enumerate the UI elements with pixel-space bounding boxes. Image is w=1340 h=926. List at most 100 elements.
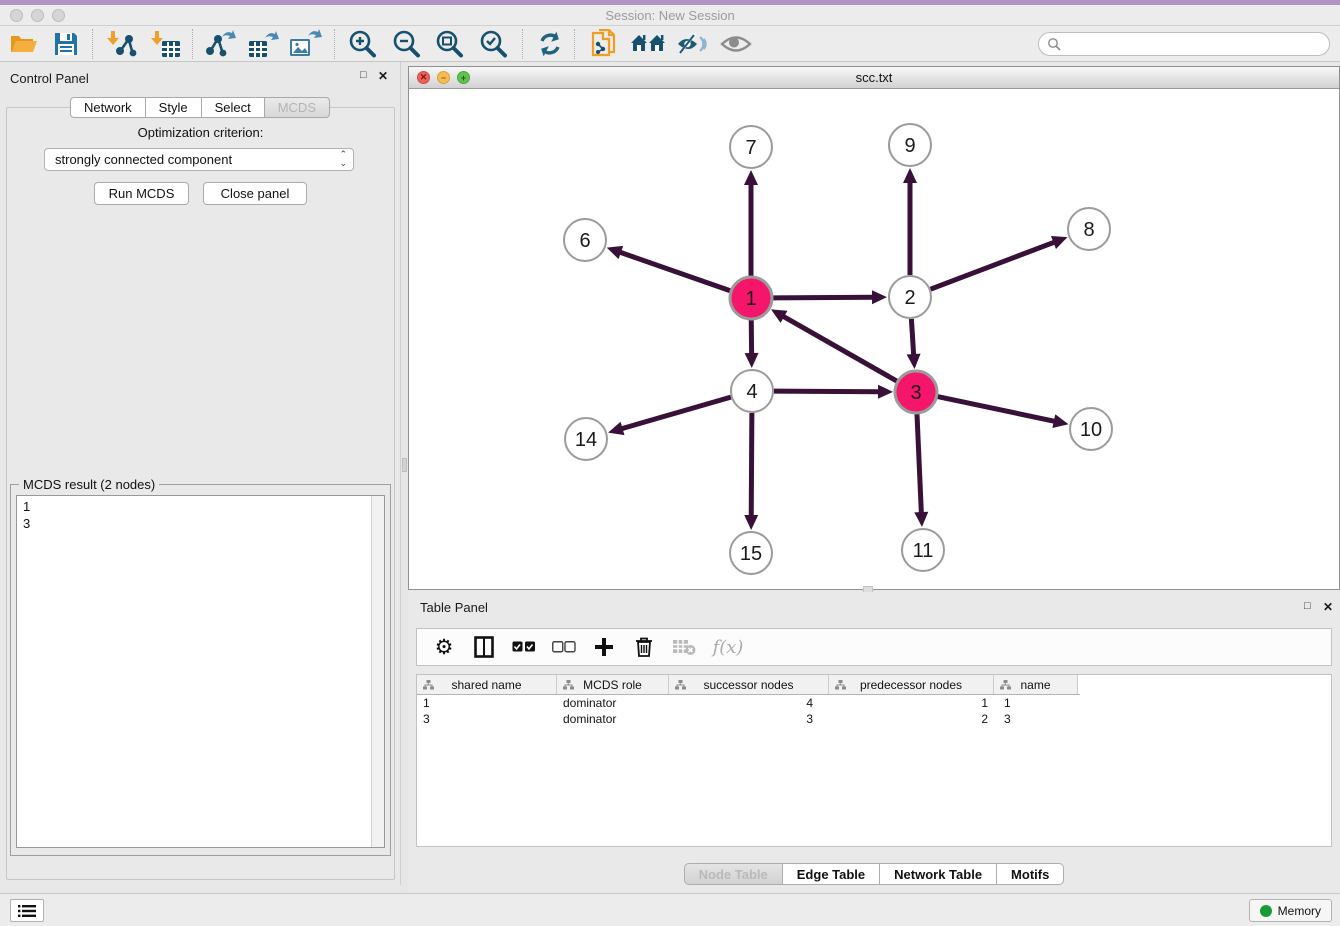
search-icon	[1047, 37, 1061, 51]
edge-1-2[interactable]	[773, 297, 874, 298]
network-canvas[interactable]: 1234678910111415	[409, 89, 1339, 589]
cell-0-1[interactable]: dominator	[557, 695, 669, 711]
hide-selected-button[interactable]	[672, 27, 712, 61]
table-panel-float-icon[interactable]: □	[1304, 600, 1311, 612]
cell-1-3[interactable]: 2	[829, 711, 994, 727]
tab-network-table[interactable]: Network Table	[880, 863, 997, 885]
tab-motifs[interactable]: Motifs	[997, 863, 1064, 885]
window-titlebar: Session: New Session	[0, 5, 1340, 26]
node-label-8: 8	[1083, 219, 1094, 241]
table-row-0[interactable]: 1dominator411	[417, 695, 1331, 711]
result-scrollbar[interactable]	[371, 496, 384, 847]
shared-column-icon	[563, 680, 574, 690]
tab-network[interactable]: Network	[70, 97, 146, 118]
control-panel-close-icon[interactable]: ✕	[378, 69, 388, 83]
vertical-splitter-handle[interactable]	[402, 458, 407, 472]
save-floppy-icon	[53, 31, 79, 57]
table-toolbar: ⚙	[416, 628, 1332, 666]
select-all-columns-button[interactable]	[511, 633, 537, 661]
cell-0-4[interactable]: 1	[994, 695, 1078, 711]
edge-4-15[interactable]	[751, 413, 752, 517]
edge-3-1[interactable]	[782, 316, 897, 381]
export-network-icon	[204, 29, 236, 59]
edge-1-6[interactable]	[619, 252, 730, 291]
create-column-button[interactable]	[591, 633, 617, 661]
cell-1-4[interactable]: 3	[994, 711, 1078, 727]
fit-content-button[interactable]	[429, 27, 469, 61]
cell-1-0[interactable]: 3	[417, 711, 557, 727]
column-header-shared-name[interactable]: shared name	[417, 675, 557, 694]
tab-node-table[interactable]: Node Table	[684, 863, 783, 885]
gear-icon: ⚙	[435, 637, 454, 658]
optimization-criterion-select[interactable]: strongly connected component ⌃⌄	[44, 148, 354, 171]
import-network-button[interactable]	[102, 27, 142, 61]
column-header-successor-nodes[interactable]: successor nodes	[669, 675, 829, 694]
zoom-selected-icon	[478, 29, 508, 59]
cell-1-1[interactable]: dominator	[557, 711, 669, 727]
memory-button[interactable]: Memory	[1249, 899, 1332, 922]
import-network-icon	[107, 29, 137, 59]
toolbar-separator	[574, 29, 575, 59]
import-table-button[interactable]	[146, 27, 186, 61]
column-header-MCDS-role[interactable]: MCDS role	[557, 675, 669, 694]
zoom-out-button[interactable]	[386, 27, 426, 61]
show-columns-button[interactable]	[471, 633, 497, 661]
first-neighbors-button[interactable]	[628, 27, 668, 61]
task-history-button[interactable]	[10, 899, 44, 922]
search-field-container	[1038, 32, 1330, 56]
zoom-out-icon	[391, 29, 421, 59]
control-panel-title: Control Panel	[10, 71, 89, 86]
edge-2-3[interactable]	[911, 319, 913, 356]
tab-edge-table[interactable]: Edge Table	[783, 863, 880, 885]
cell-0-2[interactable]: 4	[669, 695, 829, 711]
tab-mcds[interactable]: MCDS	[265, 97, 330, 118]
column-header-predecessor-nodes[interactable]: predecessor nodes	[829, 675, 994, 694]
node-label-9: 9	[904, 135, 915, 157]
network-window-titlebar[interactable]: ✕ − + scc.txt	[409, 67, 1339, 89]
show-all-button[interactable]	[716, 27, 756, 61]
duplicate-network-icon	[590, 29, 618, 59]
arrowhead-3-10	[1052, 414, 1068, 428]
delete-column-button[interactable]	[631, 633, 657, 661]
tab-select[interactable]: Select	[202, 97, 265, 118]
arrowhead-4-15	[744, 515, 758, 530]
function-builder-button[interactable]: f(x)	[711, 633, 745, 661]
zoom-in-button[interactable]	[342, 27, 382, 61]
table-settings-button[interactable]: ⚙	[431, 633, 457, 661]
control-panel-float-icon[interactable]: □	[360, 69, 367, 81]
edge-3-10[interactable]	[938, 397, 1056, 422]
delete-table-button[interactable]	[671, 633, 697, 661]
table-panel-tabs: Node TableEdge TableNetwork TableMotifs	[408, 863, 1340, 885]
column-header-name[interactable]: name	[994, 675, 1078, 694]
node-label-6: 6	[579, 230, 590, 252]
zoom-fit-icon	[434, 29, 464, 59]
table-panel: Table Panel □ ✕ ⚙	[408, 592, 1340, 893]
vertical-splitter[interactable]	[401, 62, 408, 893]
tab-style[interactable]: Style	[146, 97, 202, 118]
edge-3-11[interactable]	[917, 414, 921, 514]
toolbar-separator	[92, 29, 93, 59]
edge-4-14[interactable]	[621, 397, 731, 429]
save-session-button[interactable]	[46, 27, 86, 61]
cell-0-3[interactable]: 1	[829, 695, 994, 711]
cell-0-0[interactable]: 1	[417, 695, 557, 711]
new-network-from-selection-button[interactable]	[584, 27, 624, 61]
export-image-button[interactable]	[285, 27, 325, 61]
export-network-button[interactable]	[200, 27, 240, 61]
open-session-button[interactable]	[4, 27, 44, 61]
shared-column-icon	[675, 680, 686, 690]
edge-2-8[interactable]	[931, 242, 1056, 289]
table-panel-close-icon[interactable]: ✕	[1323, 600, 1333, 614]
close-panel-button[interactable]: Close panel	[203, 182, 307, 205]
search-input[interactable]	[1061, 34, 1329, 54]
run-mcds-button[interactable]: Run MCDS	[94, 182, 189, 205]
optimization-criterion-label: Optimization criterion:	[7, 125, 394, 140]
table-row-1[interactable]: 3dominator323	[417, 711, 1331, 727]
export-table-button[interactable]	[243, 27, 283, 61]
edge-4-3[interactable]	[774, 391, 880, 392]
apply-layout-button[interactable]	[530, 27, 570, 61]
toolbar-separator	[192, 29, 193, 59]
zoom-selected-button[interactable]	[473, 27, 513, 61]
deselect-all-columns-button[interactable]	[551, 633, 577, 661]
cell-1-2[interactable]: 3	[669, 711, 829, 727]
